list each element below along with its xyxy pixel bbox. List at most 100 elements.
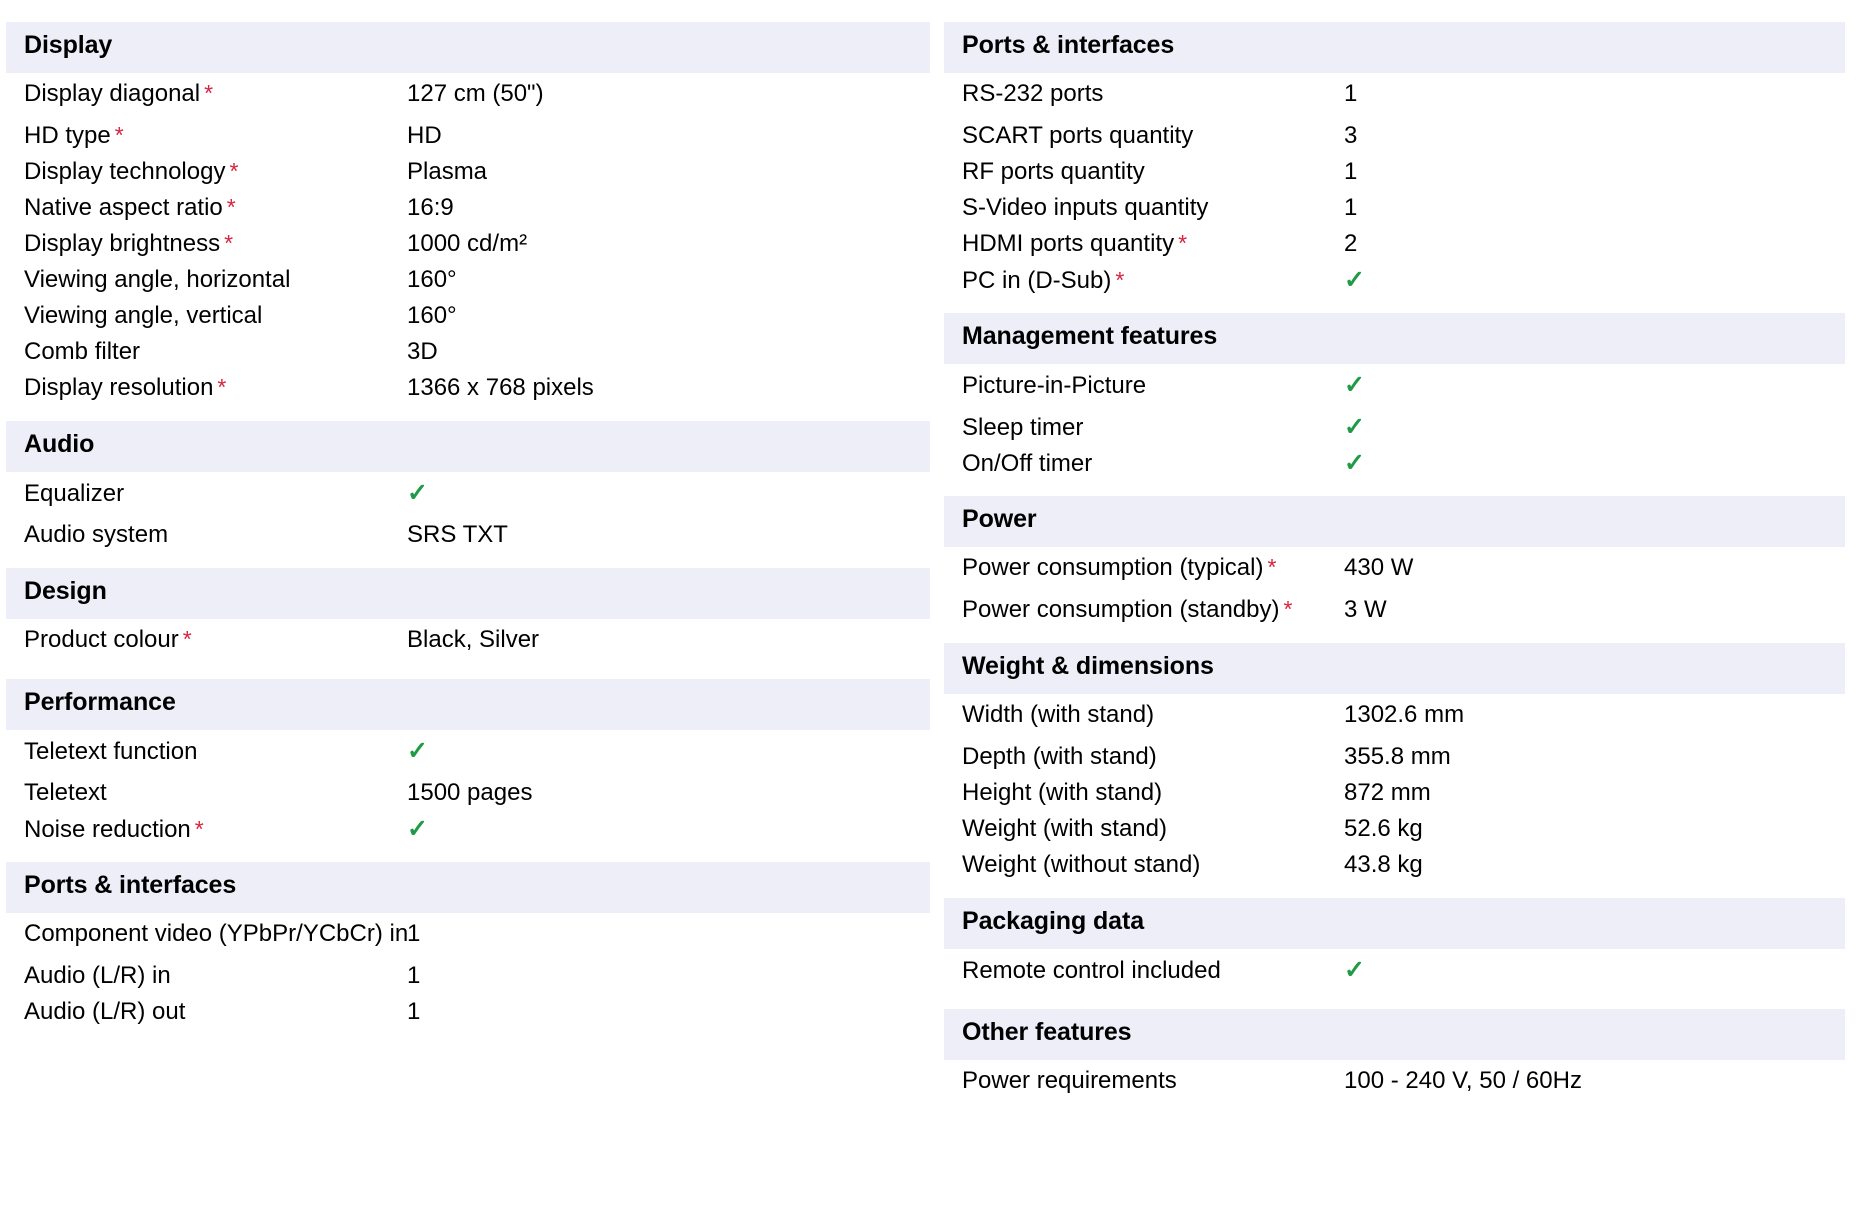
- spec-label: SCART ports quantity: [962, 121, 1344, 151]
- spec-row: S-Video inputs quantity 1: [944, 193, 1845, 229]
- spec-label-text: Display technology: [24, 158, 226, 185]
- spec-rows: Power consumption (typical) * 430 W Power c…: [944, 547, 1845, 631]
- spec-label-text: Native aspect ratio: [24, 194, 223, 221]
- spec-rows: Width (with stand) 1302.6 mm Depth (with s…: [944, 694, 1845, 886]
- checkmark-icon: ✓: [1344, 266, 1365, 294]
- required-asterisk-icon: *: [1178, 230, 1188, 256]
- spec-label-text: Height (with stand): [962, 779, 1163, 806]
- section-divider: [944, 886, 1845, 898]
- spec-value: 43.8 kg: [1344, 851, 1423, 878]
- section-header: Performance: [6, 679, 930, 730]
- section-header: Packaging data: [944, 898, 1845, 949]
- spec-label-text: Power consumption (standby): [962, 596, 1280, 623]
- spec-value: 2: [1344, 230, 1358, 257]
- checkmark-icon: ✓: [1344, 413, 1365, 441]
- spec-row: Weight (with stand) 52.6 kg: [944, 814, 1845, 850]
- spec-label: Comb filter: [24, 337, 407, 367]
- spec-label: Height (with stand): [962, 778, 1344, 808]
- spec-label-text: Remote control included: [962, 957, 1221, 984]
- spec-row: Power requirements 100 - 240 V, 50 / 60Hz: [944, 1060, 1845, 1108]
- spec-value: 1: [407, 998, 421, 1025]
- spec-label-text: Display resolution: [24, 374, 214, 401]
- spec-section: Management features Picture-in-Picture ✓ Sl…: [944, 313, 1845, 496]
- spec-value: 355.8 mm: [1344, 743, 1451, 770]
- section-divider: [6, 667, 930, 679]
- spec-label-text: Picture-in-Picture: [962, 372, 1147, 399]
- spec-section: Ports & interfaces RS-232 ports 1 SCART por…: [944, 22, 1845, 313]
- spec-label: RS-232 ports: [962, 79, 1344, 109]
- spec-sheet: Display Display diagonal * 127 cm (50") HD t…: [0, 0, 1861, 1208]
- spec-value: 160°: [407, 266, 457, 293]
- spec-row: Sleep timer ✓: [944, 412, 1845, 448]
- spec-label-text: Power requirements: [962, 1067, 1177, 1094]
- section-header: Audio: [6, 421, 930, 472]
- spec-row: Display diagonal * 127 cm (50"): [6, 73, 930, 121]
- spec-rows: Equalizer ✓ Audio system SRS TXT: [6, 472, 930, 556]
- spec-row: Noise reduction * ✓: [6, 814, 930, 850]
- spec-value: 1: [1344, 194, 1358, 221]
- spec-row: Audio (L/R) in 1: [6, 961, 930, 997]
- spec-value: 52.6 kg: [1344, 815, 1423, 842]
- section-header: Other features: [944, 1009, 1845, 1060]
- spec-rows: Product colour * Black, Silver: [6, 619, 930, 667]
- spec-label: Viewing angle, horizontal: [24, 265, 407, 295]
- spec-row: SCART ports quantity 3: [944, 121, 1845, 157]
- spec-label: Weight (without stand): [962, 850, 1344, 880]
- spec-label: Component video (YPbPr/YCbCr) in: [24, 919, 408, 949]
- spec-label: HDMI ports quantity *: [962, 229, 1344, 259]
- spec-rows: Power requirements 100 - 240 V, 50 / 60Hz: [944, 1060, 1845, 1108]
- spec-value: 127 cm (50"): [407, 80, 544, 107]
- section-divider: [944, 997, 1845, 1009]
- section-header: Power: [944, 496, 1845, 547]
- spec-label-text: Comb filter: [24, 338, 141, 365]
- spec-label: Power consumption (standby) *: [962, 595, 1344, 625]
- required-asterisk-icon: *: [1267, 554, 1277, 580]
- spec-row: Component video (YPbPr/YCbCr) in 1: [6, 913, 930, 961]
- spec-row: Weight (without stand) 43.8 kg: [944, 850, 1845, 886]
- spec-label: RF ports quantity: [962, 157, 1344, 187]
- checkmark-icon: ✓: [407, 737, 428, 765]
- spec-value: 1: [407, 920, 421, 947]
- spec-section: Display Display diagonal * 127 cm (50") HD t…: [6, 22, 930, 421]
- required-asterisk-icon: *: [229, 158, 239, 184]
- checkmark-icon: ✓: [1344, 371, 1365, 399]
- section-divider: [6, 409, 930, 421]
- spec-label: Power consumption (typical) *: [962, 553, 1344, 583]
- spec-row: Power consumption (typical) * 430 W: [944, 547, 1845, 595]
- spec-label: Power requirements: [962, 1066, 1344, 1096]
- spec-rows: Component video (YPbPr/YCbCr) in 1 Audio (…: [6, 913, 930, 1033]
- spec-label: Viewing angle, vertical: [24, 301, 407, 331]
- section-divider: [944, 301, 1845, 313]
- right-column: Ports & interfaces RS-232 ports 1 SCART por…: [930, 22, 1861, 1108]
- spec-label: Product colour *: [24, 625, 407, 655]
- required-asterisk-icon: *: [204, 80, 214, 106]
- spec-value: 16:9: [407, 194, 454, 221]
- section-header: Management features: [944, 313, 1845, 364]
- section-header: Design: [6, 568, 930, 619]
- spec-label-text: Weight (without stand): [962, 851, 1201, 878]
- required-asterisk-icon: *: [1283, 596, 1293, 622]
- spec-label: HD type *: [24, 121, 407, 151]
- spec-value: 160°: [407, 302, 457, 329]
- spec-row: Teletext function ✓: [6, 730, 930, 778]
- spec-rows: Picture-in-Picture ✓ Sleep timer ✓ On/Off ti…: [944, 364, 1845, 484]
- spec-value: HD: [407, 122, 442, 149]
- spec-label: Display brightness *: [24, 229, 407, 259]
- spec-label-text: Power consumption (typical): [962, 554, 1264, 581]
- spec-value: 1500 pages: [407, 779, 533, 806]
- spec-row: PC in (D-Sub) * ✓: [944, 265, 1845, 301]
- spec-rows: Display diagonal * 127 cm (50") HD type * HD D…: [6, 73, 930, 409]
- spec-label: Depth (with stand): [962, 742, 1344, 772]
- spec-value: 1: [407, 962, 421, 989]
- spec-columns: Display Display diagonal * 127 cm (50") HD t…: [0, 22, 1861, 1108]
- section-divider: [944, 484, 1845, 496]
- required-asterisk-icon: *: [1115, 267, 1125, 293]
- spec-row: RF ports quantity 1: [944, 157, 1845, 193]
- spec-label-text: PC in (D-Sub): [962, 267, 1112, 294]
- spec-label-text: Display brightness: [24, 230, 221, 257]
- spec-label: PC in (D-Sub) *: [962, 266, 1344, 296]
- spec-label: Audio (L/R) in: [24, 961, 407, 991]
- spec-value: 3 W: [1344, 596, 1387, 623]
- spec-label: Equalizer: [24, 479, 407, 509]
- spec-label: Weight (with stand): [962, 814, 1344, 844]
